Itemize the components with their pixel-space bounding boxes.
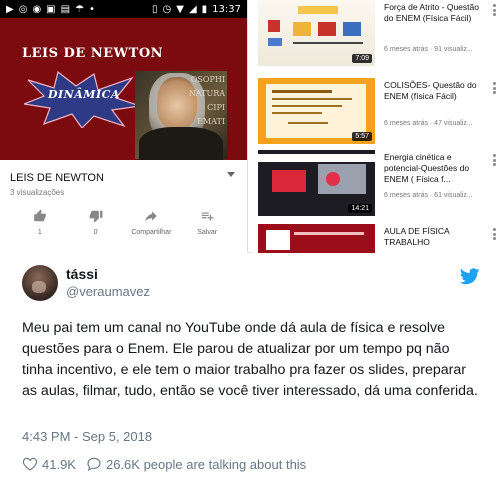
share-label: Compartilhar [131, 229, 172, 236]
tweet-timestamp[interactable]: 4:43 PM - Sep 5, 2018 [22, 429, 152, 444]
video-actions: 1 0 Compartilhar Salvar [10, 209, 237, 236]
vibrate-icon: ▯ [152, 3, 158, 15]
status-icons-right: ▯ ◷ ▼ ◢ ▮ 13:37 [152, 4, 241, 15]
youtube-video-screen: ▶ ◎ ◉ ▣ ▤ ☂ • ▯ ◷ ▼ ◢ ▮ 13:37 LEIS DE NE… [0, 0, 248, 253]
list-item[interactable]: 5:57 COLISÕES- Questão do ENEM (física F… [258, 78, 498, 148]
like-button[interactable]: 1 [12, 209, 68, 236]
signal-icon: ◢ [188, 3, 197, 15]
instagram-icon: ◎ [18, 3, 28, 15]
duration-badge: 14:21 [348, 204, 372, 213]
avatar[interactable] [22, 265, 58, 301]
video-overlay-title: LEIS DE NEWTON [22, 46, 164, 61]
embedded-screenshot: ▶ ◎ ◉ ▣ ▤ ☂ • ▯ ◷ ▼ ◢ ▮ 13:37 LEIS DE NE… [0, 0, 500, 253]
dinamica-label: DINÂMICA [48, 88, 120, 101]
whatsapp-icon: ◉ [32, 3, 42, 15]
video-title[interactable]: COLISÕES- Questão do ENEM (física Fácil) [384, 80, 488, 102]
video-title[interactable]: Energia cinética e potencial-Questões do… [384, 152, 488, 185]
tweet-stats: 41.9K 26.6K people are talking about thi… [22, 456, 306, 472]
gallery-icon: ▤ [60, 3, 71, 15]
thumbs-up-icon [34, 209, 46, 222]
dislike-count: 0 [93, 229, 98, 236]
twitter-bird-icon[interactable] [460, 268, 480, 285]
save-label: Salvar [197, 229, 218, 236]
tweet-text: Meu pai tem um canal no YouTube onde dá … [22, 320, 478, 399]
more-options-icon[interactable] [493, 154, 496, 166]
save-button[interactable]: Salvar [179, 209, 235, 236]
like-count: 1 [37, 229, 42, 236]
more-dot-icon: • [89, 3, 95, 15]
dislike-button[interactable]: 0 [68, 209, 124, 236]
playlist-add-icon [201, 212, 214, 221]
status-bar: ▶ ◎ ◉ ▣ ▤ ☂ • ▯ ◷ ▼ ◢ ▮ 13:37 [0, 0, 247, 18]
video-meta: 6 meses atrás · 91 visualiz... [384, 46, 473, 53]
comment-icon[interactable] [86, 456, 102, 472]
duration-badge: 5:57 [352, 132, 372, 141]
thumbs-down-icon [89, 210, 103, 223]
notification-icon: ▣ [46, 3, 56, 15]
portrait-text: OSOPHI NATURA CIPI EMATI [188, 75, 225, 126]
wifi-icon: ▼ [176, 3, 184, 15]
more-options-icon[interactable] [493, 82, 496, 94]
author-name[interactable]: tássi [66, 266, 98, 282]
heart-icon[interactable] [22, 456, 38, 472]
status-icons-left: ▶ ◎ ◉ ▣ ▤ ☂ • [6, 4, 95, 15]
tweet-card: tássi @veraumavez Meu pai tem um canal n… [0, 253, 500, 487]
video-thumbnail[interactable]: 5:57 [258, 78, 375, 144]
share-icon [145, 211, 158, 222]
video-title: LEIS DE NEWTON [10, 172, 104, 184]
author-handle[interactable]: @veraumavez [66, 284, 150, 299]
video-meta: 6 meses atrás · 61 visualiz... [384, 192, 473, 199]
video-meta: 6 meses atrás · 47 visualiz... [384, 120, 473, 127]
status-time: 13:37 [212, 3, 241, 15]
list-item[interactable]: 14:21 Energia cinética e potencial-Quest… [258, 150, 498, 220]
video-thumbnail[interactable]: 14:21 [258, 150, 375, 216]
video-thumbnail[interactable] [258, 224, 375, 253]
list-item[interactable]: 7:09 Força de Atrito - Questão do ENEM (… [258, 0, 498, 70]
more-options-icon[interactable] [493, 4, 496, 16]
related-videos-list: 7:09 Força de Atrito - Questão do ENEM (… [252, 0, 500, 253]
conversation-count[interactable]: 26.6K people are talking about this [106, 457, 306, 472]
share-button[interactable]: Compartilhar [124, 209, 180, 236]
video-thumbnail[interactable]: 7:09 [258, 0, 375, 66]
like-count[interactable]: 41.9K [42, 457, 76, 472]
video-player[interactable]: LEIS DE NEWTON DINÂMICA OSOPHI NATURA CI… [0, 18, 247, 160]
video-details: LEIS DE NEWTON 3 visualizações 1 0 Compa… [0, 160, 247, 236]
duration-badge: 7:09 [352, 54, 372, 63]
newton-portrait: OSOPHI NATURA CIPI EMATI [135, 71, 227, 160]
expand-chevron-icon[interactable] [227, 172, 235, 177]
umbrella-icon: ☂ [75, 3, 85, 15]
battery-icon: ▮ [201, 3, 208, 15]
video-title[interactable]: Força de Atrito - Questão do ENEM (Físic… [384, 2, 488, 24]
view-count: 3 visualizações [10, 188, 65, 197]
alarm-icon: ◷ [162, 3, 172, 15]
more-options-icon[interactable] [493, 228, 496, 240]
video-title[interactable]: AULA DE FÍSICA TRABALHO [384, 226, 488, 248]
list-item[interactable]: AULA DE FÍSICA TRABALHO [258, 224, 498, 253]
play-icon: ▶ [6, 3, 14, 15]
